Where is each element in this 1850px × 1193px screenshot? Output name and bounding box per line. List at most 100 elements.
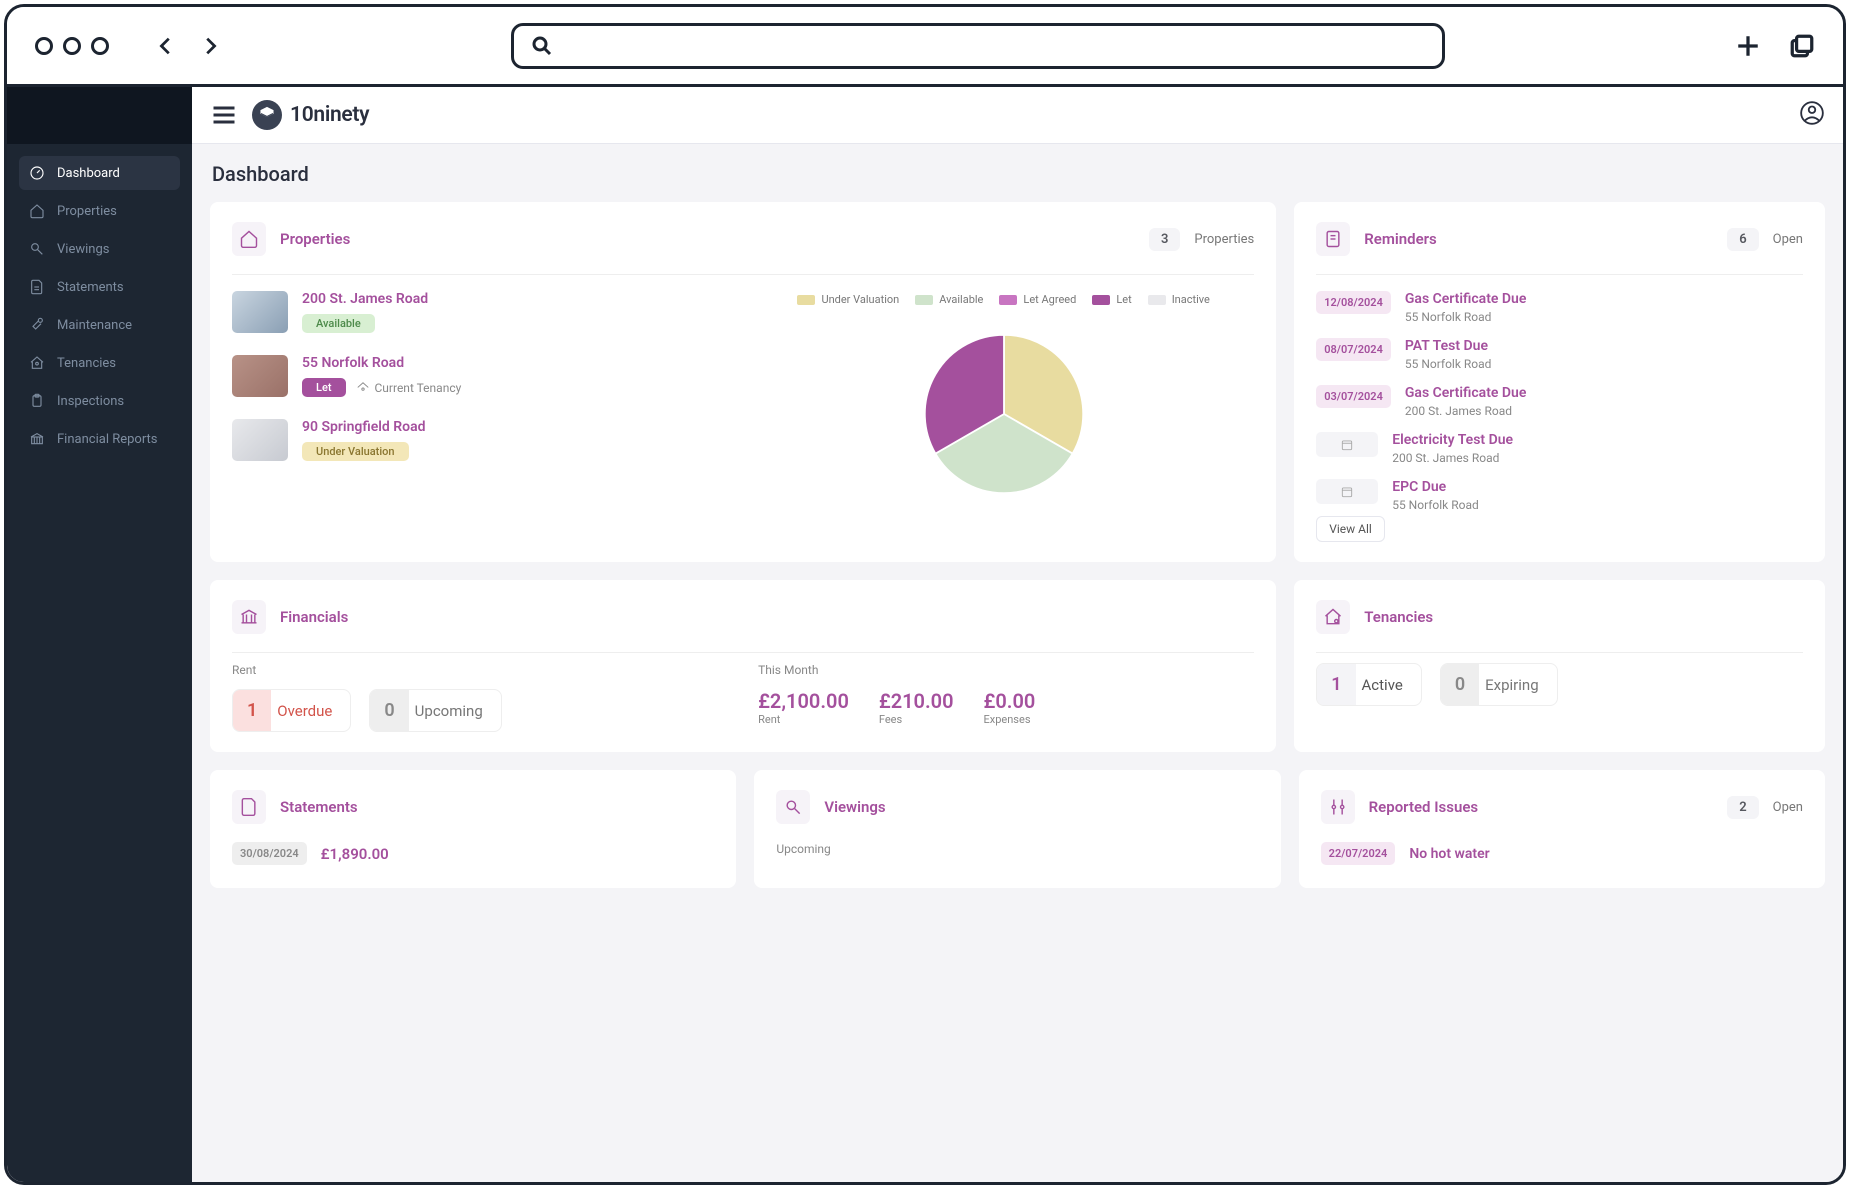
pill-number: 1 — [1317, 664, 1355, 705]
home-user-icon — [1316, 600, 1350, 634]
window-controls — [35, 37, 109, 55]
statement-item[interactable]: 30/08/2024 £1,890.00 — [232, 842, 714, 865]
sidebar-item-label: Maintenance — [57, 318, 132, 333]
statements-card: Statements 30/08/2024 £1,890.00 — [210, 770, 736, 888]
date-badge — [1316, 432, 1378, 457]
sidebar-item-label: Viewings — [57, 242, 109, 257]
bank-icon — [29, 431, 45, 447]
current-tenancy-link[interactable]: Current Tenancy — [356, 381, 462, 395]
reminder-title: EPC Due — [1392, 479, 1479, 495]
reminder-sub: 55 Norfolk Road — [1392, 498, 1479, 512]
sidebar-item-financial-reports[interactable]: Financial Reports — [19, 422, 180, 456]
count-badge: 2 — [1727, 796, 1758, 819]
forward-icon[interactable] — [199, 35, 221, 57]
sidebar-item-viewings[interactable]: Viewings — [19, 232, 180, 266]
card-title: Statements — [280, 798, 358, 816]
logo-icon — [252, 100, 282, 130]
stat-fees: £210.00Fees — [879, 689, 954, 726]
reminder-item[interactable]: 03/07/2024Gas Certificate Due200 St. Jam… — [1316, 385, 1803, 418]
user-circle-icon — [1799, 100, 1825, 126]
legend-label: Available — [939, 293, 983, 306]
card-title: Reported Issues — [1369, 798, 1478, 816]
card-title: Properties — [280, 230, 350, 248]
gauge-icon — [29, 165, 45, 181]
sidebar-item-label: Financial Reports — [57, 432, 158, 447]
reminder-item[interactable]: 08/07/2024PAT Test Due55 Norfolk Road — [1316, 338, 1803, 371]
reminder-title: Gas Certificate Due — [1405, 385, 1527, 401]
sidebar-item-label: Statements — [57, 280, 124, 295]
pill-number: 1 — [233, 690, 271, 731]
reminder-title: Electricity Test Due — [1392, 432, 1513, 448]
traffic-light[interactable] — [35, 37, 53, 55]
reminder-item[interactable]: 12/08/2024Gas Certificate Due55 Norfolk … — [1316, 291, 1803, 324]
sidebar-item-label: Tenancies — [57, 356, 116, 371]
home-icon — [29, 203, 45, 219]
account-button[interactable] — [1799, 100, 1825, 130]
property-item[interactable]: 55 Norfolk Road Let Current Tenancy — [232, 355, 733, 397]
search-icon — [530, 34, 554, 58]
reported-issues-card: Reported Issues 2 Open 22/07/2024 No hot… — [1299, 770, 1825, 888]
home-user-icon — [356, 381, 370, 395]
sidebar-item-statements[interactable]: Statements — [19, 270, 180, 304]
sidebar-item-dashboard[interactable]: Dashboard — [19, 156, 180, 190]
count-badge: 6 — [1727, 228, 1758, 251]
date-badge: 08/07/2024 — [1316, 338, 1391, 361]
date-badge: 30/08/2024 — [232, 842, 307, 865]
tenancies-active-pill[interactable]: 1 Active — [1316, 663, 1422, 706]
pill-number: 0 — [1441, 664, 1479, 705]
tenancies-card: Tenancies 1 Active 0 Expiring — [1294, 580, 1825, 752]
issue-item[interactable]: 22/07/2024 No hot water — [1321, 842, 1803, 865]
reminder-sub: 55 Norfolk Road — [1405, 310, 1527, 324]
page-title: Dashboard — [212, 162, 1825, 186]
brand[interactable]: 10ninety — [252, 100, 369, 130]
stat-rent: £2,100.00Rent — [758, 689, 849, 726]
tools-icon — [29, 317, 45, 333]
legend-label: Let — [1116, 293, 1131, 306]
brand-name: 10ninety — [290, 103, 369, 127]
sidebar-item-label: Dashboard — [57, 166, 120, 181]
sidebar-item-label: Properties — [57, 204, 117, 219]
property-name: 200 St. James Road — [302, 291, 428, 307]
count-label: Properties — [1194, 232, 1254, 247]
traffic-light[interactable] — [63, 37, 81, 55]
sidebar-item-properties[interactable]: Properties — [19, 194, 180, 228]
app-bar: 10ninety — [192, 87, 1843, 144]
reminder-item[interactable]: Electricity Test Due200 St. James Road — [1316, 432, 1803, 465]
new-tab-icon[interactable] — [1735, 33, 1761, 59]
property-item[interactable]: 200 St. James Road Available — [232, 291, 733, 333]
sidebar-item-inspections[interactable]: Inspections — [19, 384, 180, 418]
legend-label: Under Valuation — [821, 293, 899, 306]
pill-label: Overdue — [271, 692, 350, 730]
legend-label: Inactive — [1172, 293, 1210, 306]
menu-icon[interactable] — [210, 101, 238, 129]
rent-overdue-pill[interactable]: 1 Overdue — [232, 689, 351, 732]
tenancies-expiring-pill[interactable]: 0 Expiring — [1440, 663, 1558, 706]
statement-amount: £1,890.00 — [321, 845, 389, 863]
sidebar-item-tenancies[interactable]: Tenancies — [19, 346, 180, 380]
reminders-card: Reminders 6 Open 12/08/2024Gas Certifica… — [1294, 202, 1825, 562]
viewings-card: Viewings Upcoming — [754, 770, 1280, 888]
section-label: Upcoming — [776, 842, 1258, 856]
status-badge: Under Valuation — [302, 442, 409, 461]
reminder-item[interactable]: EPC Due 55 Norfolk Road — [1316, 479, 1803, 512]
url-bar[interactable] — [511, 23, 1444, 69]
date-badge: 22/07/2024 — [1321, 842, 1396, 865]
key-search-icon — [29, 241, 45, 257]
copy-window-icon[interactable] — [1789, 33, 1815, 59]
traffic-light[interactable] — [91, 37, 109, 55]
financials-card: Financials Rent 1 Overdue — [210, 580, 1276, 752]
property-thumb — [232, 419, 288, 461]
file-icon — [232, 790, 266, 824]
properties-pie-chart — [914, 324, 1094, 504]
property-item[interactable]: 90 Springfield Road Under Valuation — [232, 419, 733, 461]
view-all-button[interactable]: View All — [1316, 516, 1385, 542]
back-icon[interactable] — [155, 35, 177, 57]
home-user-icon — [29, 355, 45, 371]
bank-icon — [232, 600, 266, 634]
property-name: 90 Springfield Road — [302, 419, 425, 435]
sidebar-item-maintenance[interactable]: Maintenance — [19, 308, 180, 342]
sidebar: Dashboard Properties Viewings Statements… — [7, 87, 192, 1182]
rent-upcoming-pill[interactable]: 0 Upcoming — [369, 689, 501, 732]
search-key-icon — [776, 790, 810, 824]
browser-chrome — [7, 7, 1843, 87]
